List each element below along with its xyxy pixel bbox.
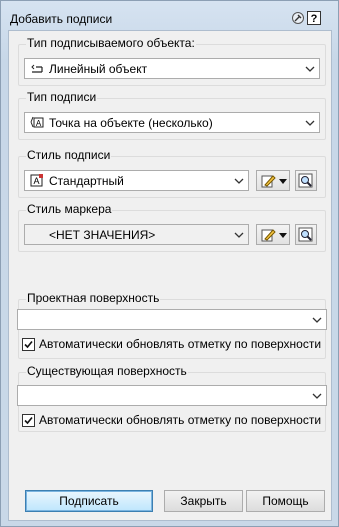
checkmark-icon	[24, 416, 33, 425]
marker-style-select[interactable]: <НЕТ ЗНАЧЕНИЯ>	[24, 224, 249, 245]
chevron-down-icon	[234, 178, 244, 184]
marker-style-label: Стиль маркера	[26, 202, 113, 216]
pin-icon[interactable]	[291, 11, 305, 25]
label-style-icon: A	[30, 174, 43, 187]
label-type-label: Тип подписи	[26, 90, 98, 104]
label-style-value: Стандартный	[49, 174, 124, 188]
existing-surface-auto-update-label[interactable]: Автоматически обновлять отметку по повер…	[39, 413, 321, 427]
object-type-select[interactable]: Линейный объект	[24, 58, 320, 79]
object-type-value: Линейный объект	[49, 62, 148, 76]
edit-style-icon	[261, 175, 276, 188]
chevron-down-icon	[312, 393, 322, 399]
label-type-icon: A	[30, 116, 44, 128]
edit-marker-style-button[interactable]	[256, 224, 290, 245]
edit-label-style-button[interactable]	[256, 170, 290, 191]
help-icon[interactable]: ?	[307, 11, 321, 25]
existing-surface-select[interactable]	[17, 385, 327, 406]
label-type-value: Точка на объекте (несколько)	[49, 116, 213, 130]
label-button[interactable]: Подписать	[25, 490, 153, 512]
label-style-label: Стиль подписи	[26, 148, 112, 162]
caret-down-icon	[279, 179, 287, 184]
label-style-select[interactable]: A Стандартный	[24, 170, 249, 191]
svg-text:A: A	[36, 119, 42, 128]
design-surface-auto-update-checkbox[interactable]	[22, 338, 35, 351]
design-surface-auto-update-label[interactable]: Автоматически обновлять отметку по повер…	[39, 337, 321, 351]
svg-text:?: ?	[311, 13, 318, 25]
line-object-icon	[31, 64, 43, 73]
close-button[interactable]: Закрыть	[164, 490, 243, 512]
label-style-group: Стиль подписи A Стандартный	[18, 148, 326, 198]
magnifier-icon	[298, 227, 313, 242]
chevron-down-icon	[234, 232, 244, 238]
design-surface-label: Проектная поверхность	[26, 291, 161, 305]
view-marker-style-button[interactable]	[295, 224, 317, 245]
object-type-label: Тип подписываемого объекта:	[26, 36, 196, 50]
marker-style-value: <НЕТ ЗНАЧЕНИЯ>	[49, 228, 156, 242]
existing-surface-label: Существующая поверхность	[26, 364, 188, 378]
view-label-style-button[interactable]	[295, 170, 317, 191]
magnifier-icon	[298, 173, 313, 188]
svg-text:A: A	[33, 176, 39, 186]
design-surface-select[interactable]	[17, 309, 327, 330]
existing-surface-group: Существующая поверхность Автоматически о…	[17, 364, 327, 432]
checkmark-icon	[24, 340, 33, 349]
dialog-body: Тип подписываемого объекта: Линейный объ…	[8, 30, 332, 521]
existing-surface-auto-update-checkbox[interactable]	[22, 414, 35, 427]
object-type-group: Тип подписываемого объекта: Линейный объ…	[18, 36, 326, 86]
chevron-down-icon	[305, 120, 315, 126]
chevron-down-icon	[312, 317, 322, 323]
label-type-select[interactable]: A Точка на объекте (несколько)	[24, 112, 320, 133]
marker-style-group: Стиль маркера <НЕТ ЗНАЧЕНИЯ>	[18, 202, 326, 252]
design-surface-group: Проектная поверхность Автоматически обно…	[17, 291, 327, 359]
label-type-group: Тип подписи A Точка на объекте (нескольк…	[18, 90, 326, 140]
help-button[interactable]: Помощь	[246, 490, 325, 512]
chevron-down-icon	[305, 66, 315, 72]
add-labels-dialog: Добавить подписи ? Тип подписываемого об…	[0, 0, 339, 527]
caret-down-icon	[279, 233, 287, 238]
edit-style-icon	[261, 229, 276, 242]
window-title: Добавить подписи	[10, 12, 113, 26]
